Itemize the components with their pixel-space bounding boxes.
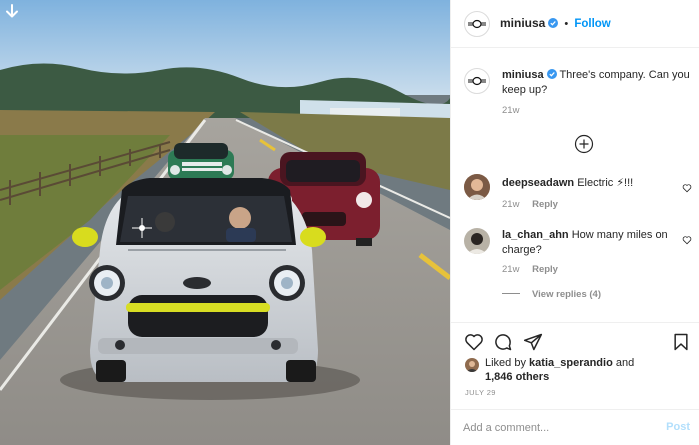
separator-dot: • bbox=[564, 18, 569, 30]
likes-middle: and bbox=[615, 357, 635, 369]
avatar[interactable] bbox=[464, 11, 490, 37]
user-photo-icon bbox=[464, 174, 490, 200]
comment-username[interactable]: deepseadawn bbox=[502, 177, 574, 189]
user-photo-icon bbox=[466, 361, 478, 372]
heart-icon[interactable] bbox=[682, 235, 692, 245]
heart-icon[interactable] bbox=[682, 183, 692, 193]
comment-text: la_chan_ahn How many miles on charge? bbox=[502, 228, 672, 258]
reply-button[interactable]: Reply bbox=[532, 199, 558, 210]
comment-icon[interactable] bbox=[493, 332, 513, 352]
comment-time: 21w bbox=[502, 199, 520, 210]
heart-icon[interactable] bbox=[464, 332, 484, 352]
caption-avatar[interactable] bbox=[464, 68, 490, 94]
view-replies-label[interactable]: View replies (4) bbox=[532, 289, 601, 300]
comment-username[interactable]: la_chan_ahn bbox=[502, 229, 569, 241]
post-actions: Liked by katia_sperandio and 1,846 other… bbox=[451, 322, 699, 445]
comment-body: Electric ⚡!!! bbox=[577, 177, 634, 189]
download-arrow-icon[interactable] bbox=[4, 3, 20, 19]
user-photo-icon bbox=[464, 228, 490, 254]
caption-username[interactable]: miniusa bbox=[502, 69, 544, 81]
mini-logo-icon bbox=[468, 19, 486, 29]
share-icon[interactable] bbox=[523, 332, 543, 352]
comment-time: 21w bbox=[502, 264, 520, 275]
view-replies[interactable]: View replies (4) bbox=[502, 288, 601, 300]
post-comment-button[interactable]: Post bbox=[666, 421, 690, 433]
replies-line bbox=[502, 293, 520, 294]
comment-meta: 21w Reply bbox=[502, 199, 558, 210]
comment-avatar[interactable] bbox=[464, 174, 490, 200]
add-comment-bar: Post bbox=[451, 409, 699, 445]
header-user-line: miniusa • Follow bbox=[500, 16, 611, 30]
likes-summary: Liked by katia_sperandio and 1,846 other… bbox=[485, 356, 634, 384]
post-username[interactable]: miniusa bbox=[500, 16, 545, 30]
comment-avatar[interactable] bbox=[464, 228, 490, 254]
bookmark-icon[interactable] bbox=[671, 332, 691, 352]
verified-badge-icon bbox=[546, 69, 557, 79]
likes-count[interactable]: 1,846 others bbox=[485, 371, 549, 383]
post-details-panel: miniusa • Follow miniusa Three's company… bbox=[450, 0, 699, 445]
likes-prefix: Liked by bbox=[485, 357, 526, 369]
liker-avatar[interactable] bbox=[465, 358, 479, 372]
mini-cars-road-image bbox=[0, 0, 450, 445]
post-photo[interactable] bbox=[0, 0, 450, 445]
post-date[interactable]: JULY 29 bbox=[465, 388, 496, 397]
add-circle-icon[interactable] bbox=[574, 134, 594, 154]
comment-text: deepseadawn Electric ⚡!!! bbox=[502, 176, 672, 191]
follow-button[interactable]: Follow bbox=[574, 18, 610, 30]
caption-text: miniusa Three's company. Can you keep up… bbox=[502, 68, 692, 98]
post-header: miniusa • Follow bbox=[451, 0, 699, 48]
verified-badge-icon bbox=[548, 18, 559, 28]
mini-logo-icon bbox=[468, 76, 486, 86]
comment-meta: 21w Reply bbox=[502, 264, 558, 275]
caption-time: 21w bbox=[502, 105, 520, 116]
liker-username[interactable]: katia_sperandio bbox=[529, 357, 613, 369]
comment-input[interactable] bbox=[463, 419, 643, 437]
reply-button[interactable]: Reply bbox=[532, 264, 558, 275]
